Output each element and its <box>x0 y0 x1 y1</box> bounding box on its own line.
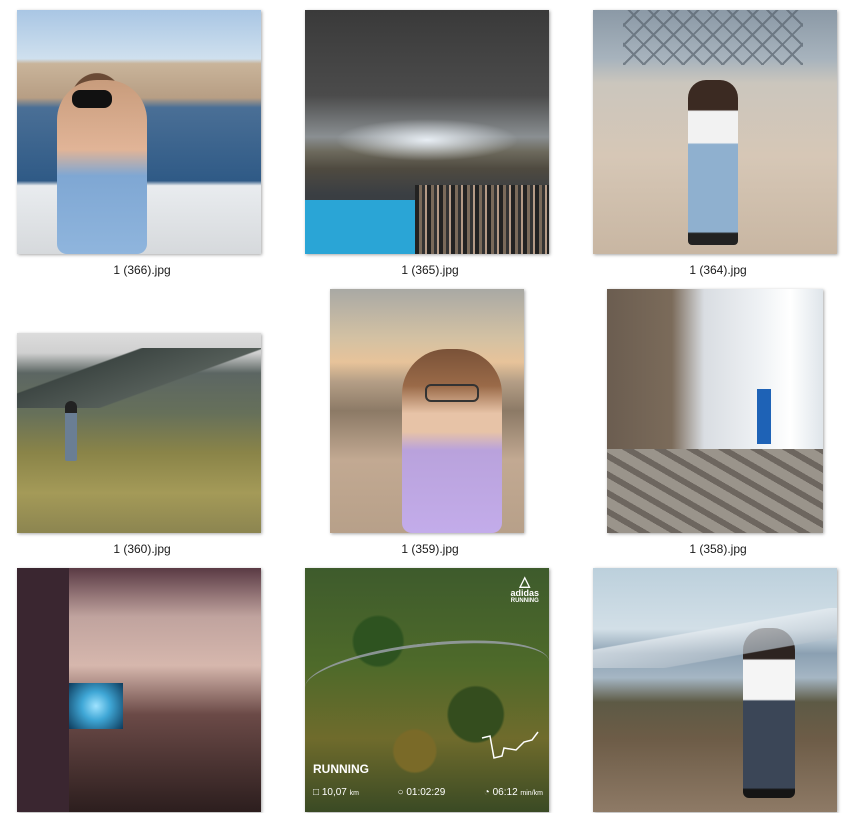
thumbnail-frame[interactable] <box>593 568 843 813</box>
adidas-stripes-icon: △ <box>519 573 531 589</box>
file-tile[interactable] <box>17 568 267 813</box>
file-tile[interactable] <box>593 568 843 813</box>
duration-stat: ○ 01:02:29 <box>397 787 446 798</box>
thumbnail-image[interactable] <box>330 289 524 533</box>
adidas-logo: △ adidas RUNNING <box>510 574 539 604</box>
shoe-icon: □ <box>313 787 320 798</box>
file-name[interactable]: 1 (360).jpg <box>17 542 267 556</box>
thumbnail-frame[interactable] <box>17 568 267 813</box>
brand-name: adidas <box>510 588 539 598</box>
distance-stat: □ 10,07 km <box>313 787 359 798</box>
thumbnail-frame[interactable] <box>305 289 555 539</box>
thumbnail-image[interactable] <box>593 10 837 254</box>
thumbnail-image[interactable] <box>17 333 261 533</box>
thumbnail-image[interactable] <box>607 289 823 533</box>
clock-icon: ○ <box>397 787 404 798</box>
thumbnail-frame[interactable] <box>17 10 267 260</box>
file-tile[interactable]: 1 (359).jpg <box>305 289 555 556</box>
thumbnail-frame[interactable]: △ adidas RUNNING RUNNING □ 10,07 km ○ 01… <box>305 568 555 813</box>
file-tile[interactable]: 1 (366).jpg <box>17 10 267 277</box>
thumbnail-image[interactable] <box>17 568 261 812</box>
thumbnail-frame[interactable] <box>17 289 267 539</box>
thumbnail-grid: 1 (366).jpg 1 (365).jpg 1 (364).jpg 1 (3… <box>0 0 851 813</box>
file-tile[interactable]: 1 (365).jpg <box>305 10 555 277</box>
file-name[interactable]: 1 (358).jpg <box>593 542 843 556</box>
pace-icon: ◔ <box>483 787 490 798</box>
file-name[interactable]: 1 (359).jpg <box>305 542 555 556</box>
thumbnail-image[interactable] <box>593 568 837 812</box>
activity-title: RUNNING <box>313 762 369 776</box>
file-name[interactable]: 1 (364).jpg <box>593 263 843 277</box>
file-tile[interactable]: 1 (364).jpg <box>593 10 843 277</box>
file-tile[interactable]: 1 (358).jpg <box>593 289 843 556</box>
thumbnail-frame[interactable] <box>593 289 843 539</box>
thumbnail-image[interactable]: △ adidas RUNNING RUNNING □ 10,07 km ○ 01… <box>305 568 549 812</box>
file-tile[interactable]: 1 (360).jpg <box>17 289 267 556</box>
road-graphic <box>305 630 549 719</box>
thumbnail-frame[interactable] <box>593 10 843 260</box>
pace-stat: ◔ 06:12 min/km <box>483 787 543 798</box>
thumbnail-frame[interactable] <box>305 10 555 260</box>
route-map-icon <box>481 731 539 759</box>
thumbnail-image[interactable] <box>305 10 549 254</box>
thumbnail-image[interactable] <box>17 10 261 254</box>
file-name[interactable]: 1 (365).jpg <box>305 263 555 277</box>
brand-subtitle: RUNNING <box>510 598 539 604</box>
file-name[interactable]: 1 (366).jpg <box>17 263 267 277</box>
activity-stats: □ 10,07 km ○ 01:02:29 ◔ 06:12 min/km <box>313 787 543 798</box>
file-tile[interactable]: △ adidas RUNNING RUNNING □ 10,07 km ○ 01… <box>305 568 555 813</box>
